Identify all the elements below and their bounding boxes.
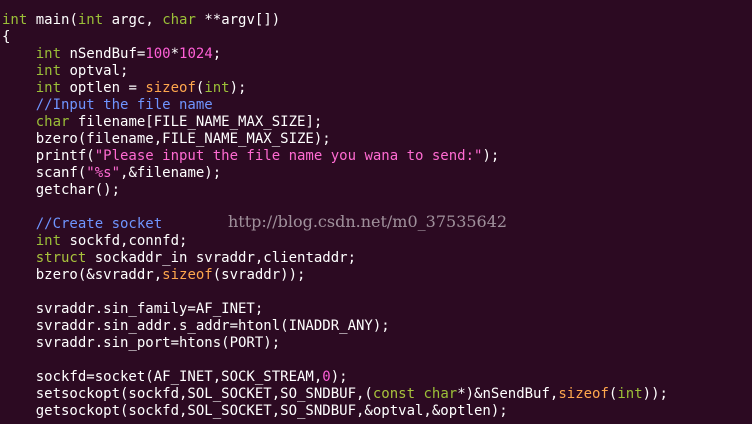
code-token: sockfd=socket(AF_INET,SOCK_STREAM, <box>2 369 323 385</box>
code-line: struct sockaddr_in svraddr,clientaddr; <box>2 250 668 267</box>
code-line: svraddr.sin_addr.s_addr=htonl(INADDR_ANY… <box>2 318 668 335</box>
code-token: //Input the file name <box>35 97 213 113</box>
code-line: printf("Please input the file name you w… <box>2 148 668 165</box>
code-token: ,&filename); <box>120 165 222 181</box>
code-token: ); <box>482 148 500 164</box>
code-token: bzero(&svraddr, <box>2 267 163 283</box>
code-line: int nSendBuf=100*1024; <box>2 46 668 63</box>
code-token: struct <box>35 250 87 266</box>
code-token: sizeof <box>145 80 196 96</box>
code-token: int <box>204 80 230 96</box>
code-token: 1024 <box>179 46 213 62</box>
code-line: int optlen = sizeof(int); <box>2 80 668 97</box>
code-token: )); <box>642 386 668 402</box>
code-token: int <box>35 233 62 249</box>
code-token: optlen = <box>61 80 146 96</box>
code-token: *)&nSendBuf, <box>457 386 559 402</box>
code-token: svraddr.sin_port=htons(PORT); <box>2 335 281 351</box>
code-token: sockaddr_in svraddr,clientaddr; <box>86 250 357 266</box>
code-token: nSendBuf= <box>61 46 146 62</box>
code-token: setsockopt(sockfd,SOL_SOCKET,SO_SNDBUF,( <box>2 386 373 402</box>
code-token: bzero(filename,FILE_NAME_MAX_SIZE); <box>2 131 331 147</box>
code-line: getchar(); <box>2 182 668 199</box>
code-token: scanf( <box>2 165 87 181</box>
code-line: int optval; <box>2 63 668 80</box>
code-token: int <box>35 80 62 96</box>
code-token: ; <box>212 46 222 62</box>
code-line: bzero(filename,FILE_NAME_MAX_SIZE); <box>2 131 668 148</box>
code-line: sockfd=socket(AF_INET,SOCK_STREAM,0); <box>2 369 668 386</box>
code-token: svraddr.sin_family=AF_INET; <box>2 301 264 317</box>
code-token: sockfd,connfd; <box>61 233 188 249</box>
code-token: ); <box>330 369 348 385</box>
code-token: const <box>372 386 416 402</box>
code-token: argc, <box>103 12 163 28</box>
code-token: char <box>162 12 196 28</box>
code-token: //Create socket <box>35 216 163 232</box>
code-token: int <box>2 12 28 28</box>
code-line: char filename[FILE_NAME_MAX_SIZE]; <box>2 114 668 131</box>
code-token: filename[FILE_NAME_MAX_SIZE]; <box>69 114 323 130</box>
code-line: getsockopt(sockfd,SOL_SOCKET,SO_SNDBUF,&… <box>2 403 668 420</box>
code-token: "%s" <box>86 165 121 181</box>
code-token: * <box>170 46 180 62</box>
code-line: setsockopt(sockfd,SOL_SOCKET,SO_SNDBUF,(… <box>2 386 668 403</box>
code-token: ); <box>229 80 247 96</box>
code-token: int <box>77 12 104 28</box>
code-line: scanf("%s",&filename); <box>2 165 668 182</box>
code-token: { <box>2 29 11 45</box>
code-line: int main(int argc, char **argv[]) <box>2 12 668 29</box>
code-editor[interactable]: int main(int argc, char **argv[]){ int n… <box>0 0 752 424</box>
code-line: //Input the file name <box>2 97 668 114</box>
watermark: http://blog.csdn.net/m0_37535642 <box>228 212 508 231</box>
code-token: 0 <box>322 369 331 385</box>
code-token: char <box>35 114 70 130</box>
code-token: main( <box>27 12 78 28</box>
code-line: bzero(&svraddr,sizeof(svraddr)); <box>2 267 668 284</box>
code-token: sizeof <box>558 386 609 402</box>
code-token: (svraddr)); <box>212 267 306 283</box>
code-token: int <box>35 46 62 62</box>
code-token: **argv[]) <box>195 12 281 28</box>
code-token: optval; <box>61 63 129 79</box>
code-token: "Please input the file name you wana to … <box>94 148 483 164</box>
code-token: svraddr.sin_addr.s_addr=htonl(INADDR_ANY… <box>2 318 390 334</box>
code-token: 100 <box>145 46 171 62</box>
code-token: printf( <box>2 148 95 164</box>
code-line: svraddr.sin_port=htons(PORT); <box>2 335 668 352</box>
code-line: { <box>2 29 668 46</box>
code-token: int <box>617 386 643 402</box>
code-line: int sockfd,connfd; <box>2 233 668 250</box>
code-token: getchar(); <box>2 182 121 198</box>
code-token: sizeof <box>162 267 213 283</box>
code-line: svraddr.sin_family=AF_INET; <box>2 301 668 318</box>
code-token: char <box>423 386 458 402</box>
code-token: getsockopt(sockfd,SOL_SOCKET,SO_SNDBUF,&… <box>2 403 508 419</box>
code-token: int <box>35 63 62 79</box>
